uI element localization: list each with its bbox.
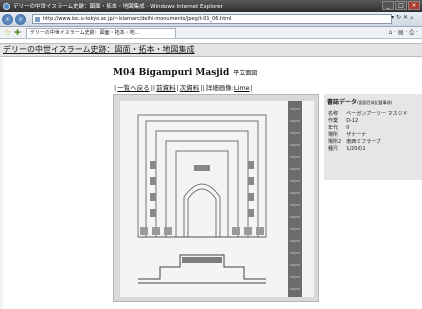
close-button[interactable]: × — [408, 1, 420, 10]
window-titlebar: デリーの中世イスラーム史跡：図面・拓本・地図集成 - Windows Inter… — [0, 0, 422, 12]
back-arrow-icon[interactable]: ‹ — [2, 13, 13, 25]
meta-row: 場所2 南西ミフラーブ — [328, 139, 413, 146]
window-title: デリーの中世イスラーム史跡：図面・拓本・地図集成 - Windows Inter… — [13, 4, 223, 10]
detail-image-label: 詳細画像: — [205, 84, 234, 92]
browser-window: デリーの中世イスラーム史跡：図面・拓本・地図集成 - Windows Inter… — [0, 0, 422, 309]
ie-logo-icon — [3, 2, 10, 10]
meta-key: 作業 — [328, 118, 339, 124]
page-title: M04 Bigampuri Masjid 平立面図 — [113, 68, 257, 78]
address-bar[interactable]: http://www.ioc.u-tokyo.ac.jp/~islamarc/d… — [32, 14, 392, 24]
drawing-image[interactable] — [113, 94, 319, 302]
meta-value: D-12 — [346, 118, 359, 124]
command-bar[interactable]: ⌂ · ▤ · ⎙ · — [388, 29, 418, 37]
site-header-link[interactable]: デリーの中世イスラーム史跡：図面・拓本・地図集成 — [3, 45, 195, 54]
meta-key: 名称 — [328, 111, 339, 117]
meta-key: 場所 — [328, 132, 339, 138]
meta-row: 年代 II — [328, 125, 413, 132]
meta-heading-note: (図面目録記載事項) — [357, 100, 393, 105]
meta-key: 場所2 — [328, 139, 342, 145]
window-controls: _ □ × — [382, 1, 420, 10]
prev-record-link[interactable]: 前資料 — [156, 84, 176, 92]
address-url: http://www.ioc.u-tokyo.ac.jp/~islamarc/d… — [43, 16, 232, 22]
meta-row: 種尺 1/20の1 — [328, 146, 413, 153]
record-navigation: |一覧へ戻る||前資料|次資料||詳細画像:Lime| — [114, 84, 253, 92]
meta-value: ザナーナ — [346, 132, 367, 138]
tab-active[interactable]: デリーの中世イスラーム史跡：図面・拓本・地... — [25, 27, 176, 38]
maximize-button[interactable]: □ — [395, 1, 407, 10]
meta-value: II — [346, 125, 350, 131]
detail-image-link[interactable]: Lime — [234, 84, 250, 92]
meta-value: 1/20の1 — [346, 146, 366, 152]
next-record-link[interactable]: 次資料 — [180, 84, 200, 92]
search-icon[interactable]: ⌕ — [410, 14, 420, 24]
page-content: デリーの中世イスラーム史跡：図面・拓本・地図集成 M04 Bigampuri M… — [0, 40, 422, 309]
address-toolbar: ‹ › http://www.ioc.u-tokyo.ac.jp/~islama… — [0, 12, 422, 27]
meta-row: 作業 D-12 — [328, 118, 413, 125]
meta-key: 年代 — [328, 125, 339, 131]
mihrab-elevation-drawing — [120, 101, 314, 297]
forward-arrow-icon[interactable]: › — [15, 13, 26, 25]
favorites-star-icon[interactable]: ☆ — [4, 28, 11, 37]
page-icon — [35, 17, 40, 22]
meta-key: 種尺 — [328, 146, 339, 152]
add-favorites-icon[interactable]: ✚ — [14, 28, 21, 37]
left-gutter — [0, 58, 3, 309]
meta-heading-text: 書誌データ — [327, 99, 358, 106]
page-title-text: M04 Bigampuri Masjid — [113, 68, 230, 78]
tab-row: ☆ ✚ デリーの中世イスラーム史跡：図面・拓本・地... — [0, 27, 422, 39]
meta-heading: 書誌データ(図面目録記載事項) — [324, 94, 422, 106]
site-header: デリーの中世イスラーム史跡：図面・拓本・地図集成 — [0, 43, 422, 57]
page-title-jp: 平立面図 — [233, 70, 258, 77]
meta-value: ベーガンプーリー マスジド — [346, 111, 408, 117]
minimize-button[interactable]: _ — [382, 1, 394, 10]
meta-table: 名称 ベーガンプーリー マスジド 作業 D-12 年代 II 場所 ザナーナ 場所2 南西… — [328, 111, 413, 153]
bibliographic-data-panel: 書誌データ(図面目録記載事項) 名称 ベーガンプーリー マスジド 作業 D-12 年… — [324, 94, 422, 180]
meta-row: 名称 ベーガンプーリー マスジド — [328, 111, 413, 118]
meta-value: 南西ミフラーブ — [346, 139, 381, 145]
back-to-list-link[interactable]: 一覧へ戻る — [117, 84, 150, 92]
meta-row: 場所 ザナーナ — [328, 132, 413, 139]
address-tools[interactable]: ▾ ↻ ✕ — [391, 14, 408, 21]
